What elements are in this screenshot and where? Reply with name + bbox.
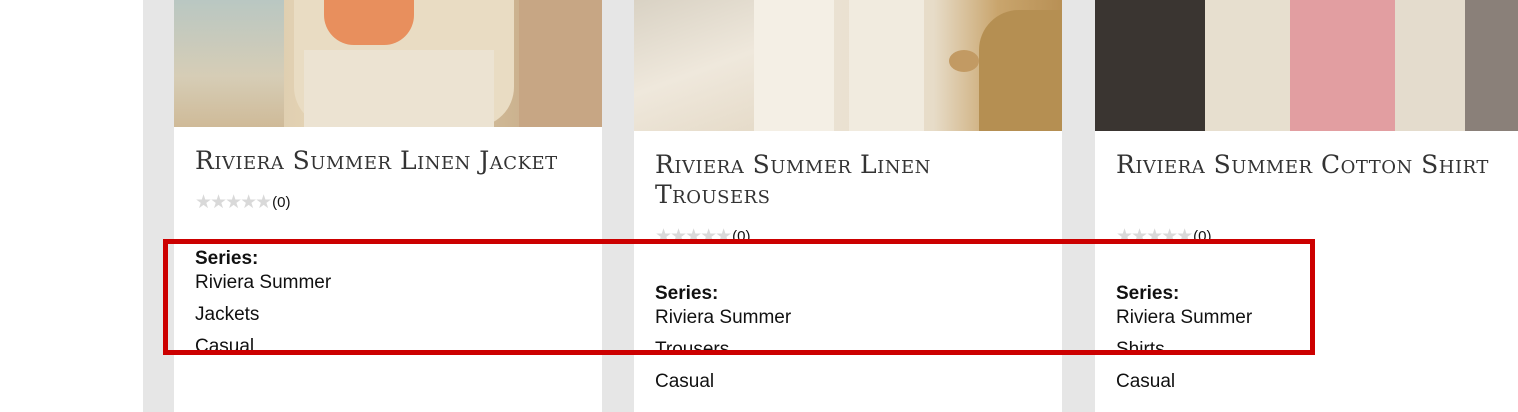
product-image[interactable] <box>634 0 1062 131</box>
product-title[interactable]: Riviera Summer Linen Jacket <box>195 146 590 176</box>
product-card-cotton-shirt[interactable]: Riviera Summer Cotton Shirt ★★★★★ (0) Se… <box>1095 0 1518 412</box>
review-count: (0) <box>272 193 291 211</box>
product-card-linen-jacket[interactable]: Riviera Summer Linen Jacket ★★★★★ (0) Se… <box>174 0 602 412</box>
review-count: (0) <box>732 227 751 245</box>
product-image[interactable] <box>174 0 602 127</box>
product-rating: ★★★★★ (0) <box>655 225 751 247</box>
review-count: (0) <box>1193 227 1212 245</box>
style-value: Casual <box>1116 371 1176 392</box>
product-title[interactable]: Riviera Summer Cotton Shirt <box>1116 150 1511 180</box>
star-rating-icon: ★★★★★ <box>1116 225 1193 247</box>
product-listing: Riviera Summer Linen Jacket ★★★★★ (0) Se… <box>0 0 1518 412</box>
style-value: Casual <box>195 336 255 357</box>
product-image[interactable] <box>1095 0 1518 131</box>
product-title[interactable]: Riviera Summer Linen Trousers <box>655 150 1050 210</box>
star-rating-icon: ★★★★★ <box>195 191 272 213</box>
product-rating: ★★★★★ (0) <box>1116 225 1212 247</box>
star-rating-icon: ★★★★★ <box>655 225 732 247</box>
product-card-linen-trousers[interactable]: Riviera Summer Linen Trousers ★★★★★ (0) … <box>634 0 1062 412</box>
product-attributes: Series: Riviera Summer Shirts Casual <box>1116 282 1252 402</box>
product-rating: ★★★★★ (0) <box>195 191 291 213</box>
product-attributes: Series: Riviera Summer Jackets Casual <box>195 247 331 367</box>
product-attributes: Series: Riviera Summer Trousers Casual <box>655 282 791 402</box>
